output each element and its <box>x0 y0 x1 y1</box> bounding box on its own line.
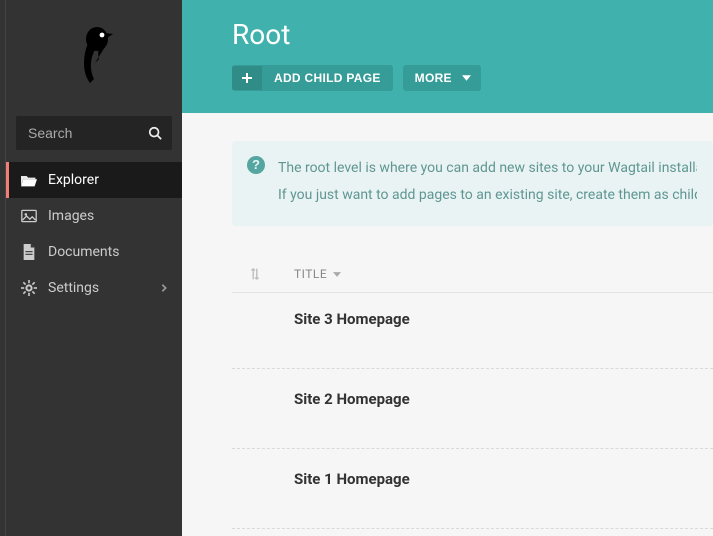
page-list: Site 3 Homepage Site 2 Homepage Site 1 H… <box>232 293 713 529</box>
page-header: Root ADD CHILD PAGE MORE <box>182 0 713 113</box>
table-row[interactable]: Site 3 Homepage <box>232 293 713 369</box>
search-icon <box>148 126 162 140</box>
header-actions: ADD CHILD PAGE MORE <box>232 65 683 91</box>
sidebar-item-explorer[interactable]: Explorer <box>6 162 182 198</box>
sidebar: Explorer Images Documents <box>6 0 182 536</box>
chevron-right-icon <box>160 283 168 293</box>
add-child-page-button[interactable]: ADD CHILD PAGE <box>232 65 393 91</box>
sidebar-item-label: Images <box>48 208 94 224</box>
content-area: ? The root level is where you can add ne… <box>182 113 713 529</box>
wagtail-bird-icon <box>67 23 121 93</box>
info-text-line: The root level is where you can add new … <box>278 155 697 182</box>
sort-order-icon[interactable] <box>232 266 278 282</box>
page-link[interactable]: Site 3 Homepage <box>294 310 410 328</box>
page-link[interactable]: Site 1 Homepage <box>294 470 410 488</box>
image-icon <box>20 209 38 223</box>
table-row[interactable]: Site 2 Homepage <box>232 369 713 449</box>
folder-open-icon <box>20 173 38 187</box>
main-content: Root ADD CHILD PAGE MORE <box>182 0 713 536</box>
more-button[interactable]: MORE <box>403 65 481 91</box>
table-header: TITLE <box>232 256 713 293</box>
button-label: MORE <box>403 65 462 91</box>
sidebar-item-images[interactable]: Images <box>6 198 182 234</box>
svg-text:?: ? <box>252 157 260 172</box>
sidebar-item-documents[interactable]: Documents <box>6 234 182 270</box>
chevron-down-icon <box>462 75 481 81</box>
page-link[interactable]: Site 2 Homepage <box>294 390 410 408</box>
search-container <box>6 106 182 162</box>
sidebar-item-label: Documents <box>48 244 119 260</box>
sidebar-nav: Explorer Images Documents <box>6 162 182 306</box>
search-button[interactable] <box>144 122 166 144</box>
page-title: Root <box>232 18 683 51</box>
chevron-down-icon <box>333 272 341 277</box>
logo <box>6 0 182 106</box>
document-icon <box>20 244 38 260</box>
column-header-title[interactable]: TITLE <box>278 267 341 281</box>
sidebar-item-label: Explorer <box>48 172 99 188</box>
sidebar-item-label: Settings <box>48 280 99 296</box>
column-label: TITLE <box>294 267 327 281</box>
gear-icon <box>20 280 38 296</box>
plus-icon <box>232 66 262 90</box>
info-text-line: If you just want to add pages to an exis… <box>278 182 697 209</box>
table-row[interactable]: Site 1 Homepage <box>232 449 713 529</box>
info-box: ? The root level is where you can add ne… <box>232 141 713 226</box>
help-icon: ? <box>246 155 266 175</box>
sidebar-item-settings[interactable]: Settings <box>6 270 182 306</box>
button-label: ADD CHILD PAGE <box>262 65 393 91</box>
